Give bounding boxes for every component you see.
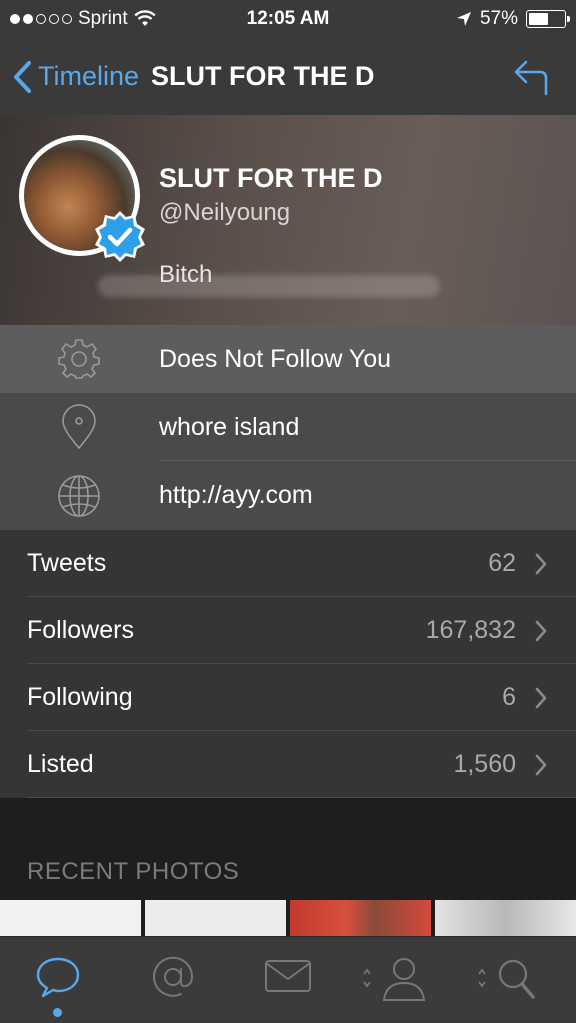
- nav-title: SLUT FOR THE D: [151, 61, 375, 91]
- chevron-left-icon: [14, 60, 31, 93]
- follow-status-row[interactable]: Does Not Follow You: [0, 325, 576, 393]
- tab-messages[interactable]: [258, 955, 318, 1005]
- photo-thumbnail[interactable]: [435, 900, 576, 936]
- stat-row-following[interactable]: Following 6: [0, 664, 576, 731]
- blurred-bio-overlay: [98, 275, 440, 297]
- nav-bar: Timeline SLUT FOR THE D: [0, 38, 576, 115]
- back-button[interactable]: Timeline: [0, 60, 139, 94]
- gear-icon: [58, 339, 100, 379]
- tab-bar: [0, 936, 576, 1023]
- chevron-right-icon: [535, 553, 547, 574]
- wifi-icon: [134, 10, 156, 26]
- battery-icon: [526, 10, 570, 28]
- tab-mentions[interactable]: [143, 955, 203, 1005]
- profile-header: SLUT FOR THE D @Neilyoung Bitch: [0, 115, 576, 325]
- stat-row-followers[interactable]: Followers 167,832: [0, 597, 576, 664]
- tab-search[interactable]: [470, 955, 550, 1005]
- battery-fill: [529, 13, 549, 25]
- photo-thumbnail[interactable]: [0, 900, 141, 936]
- search-icon: [478, 959, 535, 999]
- stat-row-tweets[interactable]: Tweets 62: [0, 530, 576, 597]
- chevron-right-icon: [535, 754, 547, 775]
- stat-label: Tweets: [27, 549, 107, 577]
- stat-value: 6: [502, 683, 516, 711]
- recent-photos-heading: RECENT PHOTOS: [27, 858, 240, 885]
- location-text: whore island: [159, 412, 300, 441]
- photo-thumbnail[interactable]: [145, 900, 286, 936]
- chat-bubble-icon: [36, 957, 80, 998]
- url-link[interactable]: http://ayy.com: [159, 481, 313, 510]
- carrier-label: Sprint: [78, 8, 128, 29]
- stat-value: 62: [488, 549, 516, 577]
- stat-value: 1,560: [453, 750, 516, 778]
- chevron-right-icon: [535, 687, 547, 708]
- tab-profile[interactable]: [355, 955, 435, 1005]
- status-time: 12:05 AM: [246, 8, 330, 29]
- tab-timeline[interactable]: [28, 955, 88, 1005]
- photo-thumbnail[interactable]: [290, 900, 431, 936]
- stat-row-listed[interactable]: Listed 1,560: [0, 731, 576, 798]
- globe-icon: [58, 474, 100, 517]
- follow-status-text: Does Not Follow You: [159, 344, 392, 373]
- verified-badge-icon: [95, 211, 145, 262]
- stat-label: Following: [27, 683, 133, 711]
- stat-label: Listed: [27, 750, 94, 778]
- profile-bio: Bitch: [159, 261, 213, 288]
- recent-photos-strip: [0, 900, 576, 936]
- signal-strength-icon: [10, 14, 72, 24]
- row-divider: [27, 797, 576, 798]
- stat-value: 167,832: [425, 616, 516, 644]
- location-pin-icon: [62, 404, 96, 450]
- active-tab-indicator: [53, 1008, 62, 1017]
- back-label: Timeline: [38, 61, 140, 91]
- location-arrow-icon: [456, 12, 471, 26]
- url-row[interactable]: http://ayy.com: [0, 461, 576, 530]
- status-bar: Sprint 12:05 AM 57%: [0, 0, 576, 38]
- at-sign-icon: [153, 956, 194, 997]
- envelope-icon: [265, 960, 311, 992]
- chevron-right-icon: [535, 620, 547, 641]
- reply-icon[interactable]: [512, 56, 550, 96]
- location-row[interactable]: whore island: [0, 393, 576, 461]
- battery-percent: 57%: [479, 8, 518, 29]
- profile-name: SLUT FOR THE D: [159, 163, 383, 193]
- stat-label: Followers: [27, 616, 134, 644]
- profile-handle: @Neilyoung: [159, 199, 291, 226]
- person-icon: [363, 958, 426, 1001]
